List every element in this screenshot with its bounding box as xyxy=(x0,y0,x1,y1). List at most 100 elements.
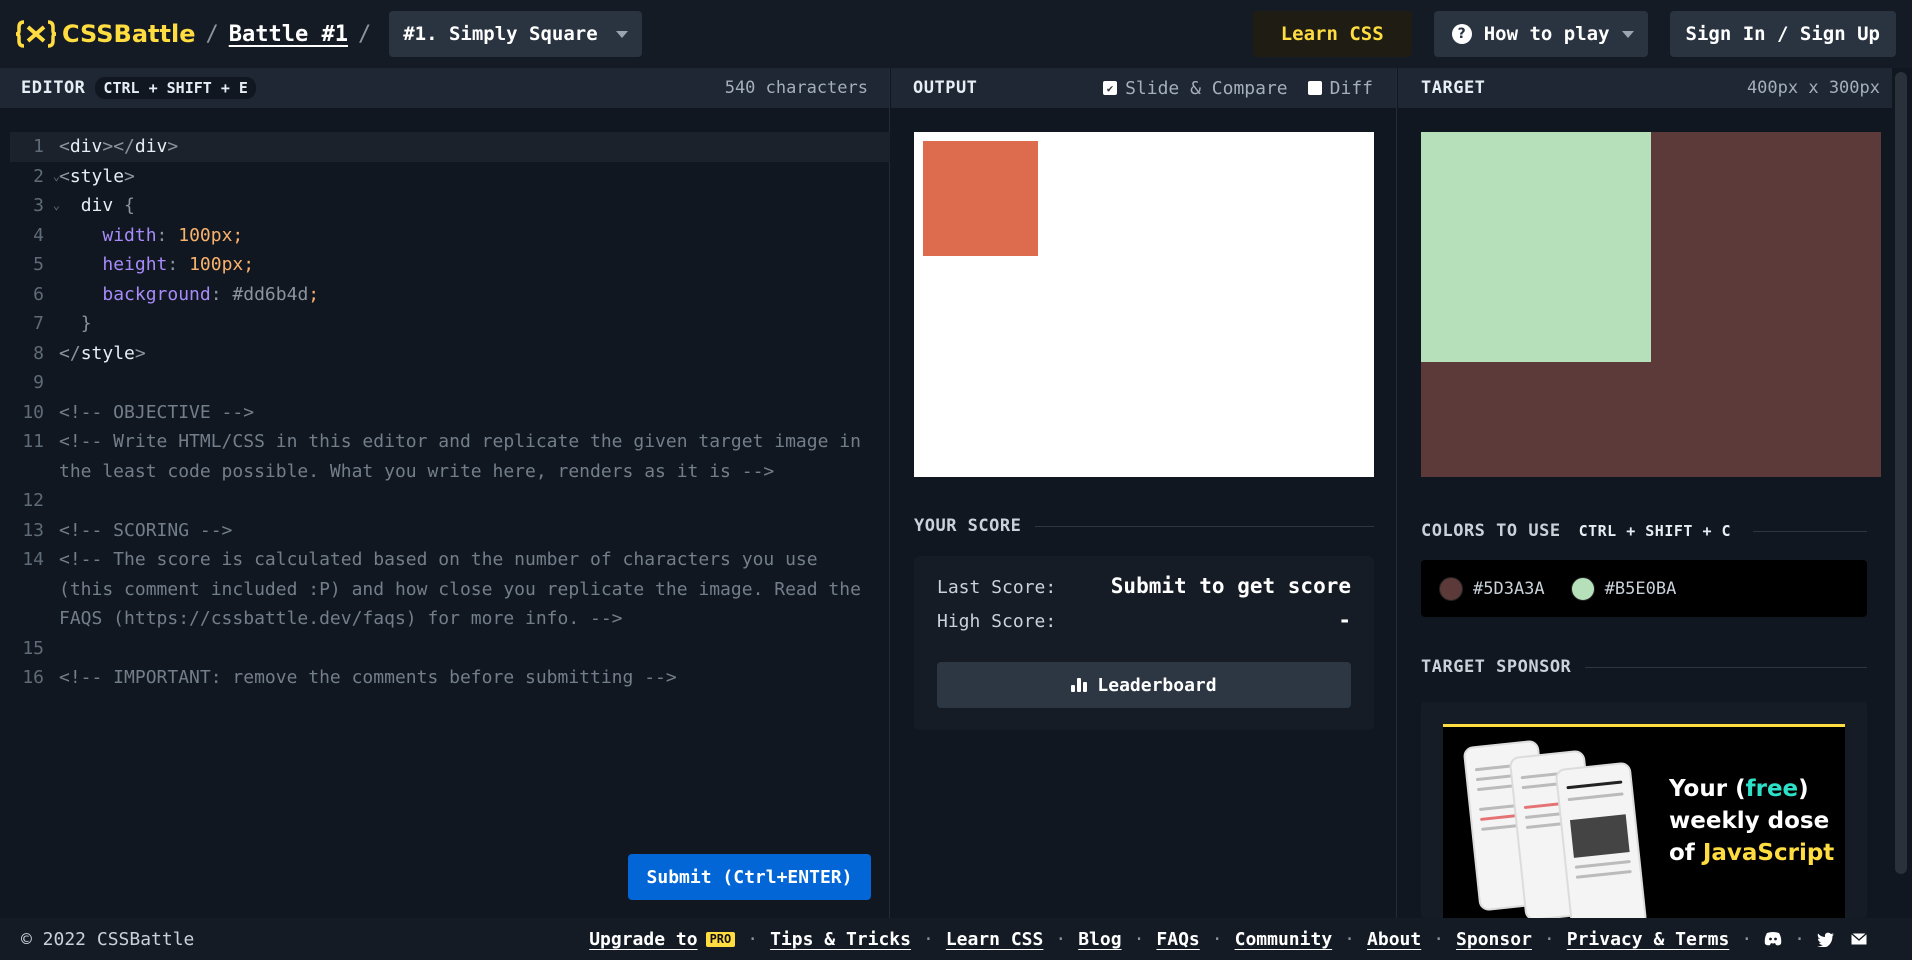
leaderboard-label: Leaderboard xyxy=(1097,674,1217,696)
checkbox-checked-icon: ✔ xyxy=(1103,81,1118,95)
sponsor-ad[interactable]: Your (free) weekly dose of JavaScript xyxy=(1443,724,1845,918)
fold-icon: ⌄ xyxy=(52,198,60,212)
logo[interactable]: CSSBattle xyxy=(16,19,196,49)
sign-in-button[interactable]: Sign In / Sign Up xyxy=(1669,11,1896,57)
line-number: 9 xyxy=(33,372,44,393)
sponsor-card: Your (free) weekly dose of JavaScript xyxy=(1421,702,1867,918)
checkbox-icon xyxy=(1307,81,1322,95)
how-to-play-label: How to play xyxy=(1483,23,1610,45)
code-line: 8 </style> xyxy=(10,339,890,369)
faqs-link[interactable]: FAQs xyxy=(1156,929,1199,950)
editor-shortcut: CTRL + SHIFT + E xyxy=(95,77,256,99)
code-line: 7 } xyxy=(10,309,890,339)
your-score-heading: YOUR SCORE xyxy=(914,516,1374,536)
bar-chart-icon xyxy=(1071,678,1088,692)
footer-links: Upgrade to PRO · Tips & Tricks · Learn CS… xyxy=(589,929,1891,950)
target-header: TARGET 400px x 300px xyxy=(1398,68,1892,108)
mail-icon[interactable] xyxy=(1850,930,1868,948)
output-panel: OUTPUT ✔ Slide & Compare Diff YOUR SCORE… xyxy=(891,68,1397,918)
learn-css-link[interactable]: Learn CSS xyxy=(946,929,1044,950)
output-preview[interactable] xyxy=(914,132,1374,477)
output-square xyxy=(923,141,1038,256)
high-score-value: - xyxy=(1338,608,1351,632)
divider xyxy=(1585,666,1867,668)
logo-text: CSSBattle xyxy=(62,20,196,48)
color-swatch[interactable]: #5D3A3A xyxy=(1439,576,1545,601)
code-editor[interactable]: 1 <div></div> 2 ⌄ <style> 3 ⌄ div { 4 widt… xyxy=(10,132,890,693)
learn-css-button[interactable]: Learn CSS xyxy=(1252,11,1412,57)
target-size: 400px x 300px xyxy=(1746,78,1880,98)
twitter-icon[interactable] xyxy=(1817,930,1835,948)
breadcrumb-separator: / xyxy=(357,21,372,47)
privacy-terms-link[interactable]: Privacy & Terms xyxy=(1567,929,1730,950)
code-line: 14 <!-- The score is calculated based on… xyxy=(10,545,890,634)
code-line: 12 xyxy=(10,486,890,516)
target-square xyxy=(1421,132,1651,362)
score-card: Last Score: Submit to get score High Sco… xyxy=(914,556,1374,730)
diff-toggle[interactable]: Diff xyxy=(1307,77,1373,99)
high-score-label: High Score: xyxy=(937,611,1057,632)
colors-shortcut: CTRL + SHIFT + C xyxy=(1570,520,1740,542)
code-line: 4 width: 100px; xyxy=(10,221,890,251)
line-number: 1 xyxy=(33,136,44,157)
ad-headline: Your (free) weekly dose of JavaScript xyxy=(1669,776,1835,866)
colors-heading: COLORS TO USE CTRL + SHIFT + C xyxy=(1421,520,1867,542)
community-link[interactable]: Community xyxy=(1235,929,1333,950)
target-title: TARGET xyxy=(1421,78,1486,98)
target-sponsor-heading: TARGET SPONSOR xyxy=(1421,657,1867,677)
page-scrollbar[interactable] xyxy=(1892,68,1912,918)
target-select-label: #1. Simply Square xyxy=(403,23,598,45)
breadcrumb-separator: / xyxy=(205,21,219,47)
battle-link[interactable]: Battle #1 xyxy=(229,22,348,47)
help-icon: ? xyxy=(1451,24,1472,44)
code-line: 3 ⌄ div { xyxy=(10,191,890,221)
last-score-label: Last Score: xyxy=(937,577,1057,598)
code-line: 1 <div></div> xyxy=(10,132,890,162)
line-number: 14 xyxy=(22,549,44,570)
diff-label: Diff xyxy=(1329,77,1373,99)
slide-compare-toggle[interactable]: ✔ Slide & Compare xyxy=(1103,78,1288,99)
phone-image xyxy=(1554,761,1648,918)
upgrade-link[interactable]: Upgrade to PRO xyxy=(589,929,736,950)
blog-link[interactable]: Blog xyxy=(1078,929,1121,950)
color-dot xyxy=(1439,576,1463,601)
line-number: 8 xyxy=(33,342,44,364)
target-image[interactable] xyxy=(1421,132,1881,477)
editor-header: EDITOR CTRL + SHIFT + E 540 characters xyxy=(0,68,889,108)
color-swatch[interactable]: #B5E0BA xyxy=(1570,576,1677,601)
line-number: 13 xyxy=(22,519,44,541)
code-line: 11 <!-- Write HTML/CSS in this editor an… xyxy=(10,427,890,486)
code-line: 16 <!-- IMPORTANT: remove the comments b… xyxy=(10,663,890,693)
color-hex: #B5E0BA xyxy=(1604,578,1677,599)
code-line: 15 xyxy=(10,634,890,664)
about-link[interactable]: About xyxy=(1367,929,1421,950)
line-number: 10 xyxy=(22,401,44,423)
submit-button[interactable]: Submit (Ctrl+ENTER) xyxy=(628,854,871,900)
editor-panel: EDITOR CTRL + SHIFT + E 540 characters 1… xyxy=(0,68,890,918)
code-line: 9 xyxy=(10,368,890,398)
code-line: 2 ⌄ <style> xyxy=(10,162,890,192)
chevron-down-icon xyxy=(615,30,628,38)
line-number: 15 xyxy=(22,637,44,659)
sponsor-link[interactable]: Sponsor xyxy=(1456,929,1532,950)
code-line: 10 <!-- OBJECTIVE --> xyxy=(10,398,890,428)
target-select-dropdown[interactable]: #1. Simply Square xyxy=(389,11,642,57)
color-hex: #5D3A3A xyxy=(1473,578,1545,599)
copyright: © 2022 CSSBattle xyxy=(21,928,195,950)
footer: © 2022 CSSBattle Upgrade to PRO · Tips & … xyxy=(0,918,1912,960)
discord-icon[interactable] xyxy=(1764,930,1782,948)
top-header: CSSBattle / Battle #1 / #1. Simply Squar… xyxy=(0,0,1912,68)
tips-tricks-link[interactable]: Tips & Tricks xyxy=(770,929,911,950)
line-number: 16 xyxy=(22,667,44,688)
editor-title: EDITOR xyxy=(21,78,86,98)
line-number: 2 ⌄ xyxy=(10,162,60,192)
leaderboard-button[interactable]: Leaderboard xyxy=(937,662,1351,708)
how-to-play-button[interactable]: ? How to play xyxy=(1433,11,1648,57)
line-number: 12 xyxy=(22,490,44,511)
color-dot xyxy=(1570,576,1595,601)
last-score-row: Last Score: Submit to get score xyxy=(937,574,1351,598)
line-number: 6 xyxy=(33,283,44,305)
scrollbar-thumb[interactable] xyxy=(1895,72,1907,874)
line-number: 11 xyxy=(22,431,44,452)
divider xyxy=(1753,530,1867,532)
